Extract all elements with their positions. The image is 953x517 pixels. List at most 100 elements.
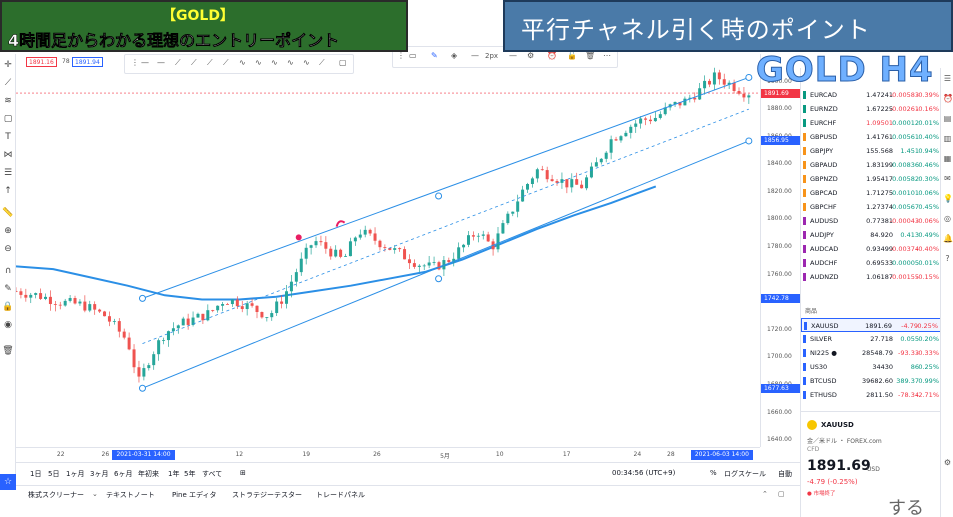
auto-toggle[interactable]: 自動 <box>778 469 792 479</box>
crosshair-icon[interactable]: ✛ <box>1 58 15 72</box>
chat-icon[interactable]: ✉ <box>943 174 952 183</box>
sell-price[interactable]: 1891.16 <box>26 57 57 67</box>
watchlist-row[interactable]: EURCAD 1.47241 -0.00583 -0.39% <box>801 88 941 102</box>
watchlist-row[interactable]: BTCUSD 39682.60 389.37 0.99% <box>801 374 941 388</box>
buy-price[interactable]: 1891.94 <box>72 57 103 67</box>
price-chart[interactable] <box>16 54 760 447</box>
price-axis[interactable]: 1900.001880.001860.001840.001820.001800.… <box>760 54 801 447</box>
line-tool-icon-4[interactable]: ⟋ <box>191 59 197 67</box>
pattern-icon[interactable]: ⋈ <box>1 148 15 162</box>
settings-icon[interactable]: ⚙ <box>943 458 952 467</box>
tab-pine-editor[interactable]: Pine エディタ <box>172 490 217 500</box>
watchlist-row[interactable]: US30 34430 86 0.25% <box>801 360 941 374</box>
watchlist-row[interactable]: GBPAUD 1.83199 0.00836 0.46% <box>801 158 941 172</box>
watchlist-row[interactable]: GBPJPY 155.568 1.451 0.94% <box>801 144 941 158</box>
delete-icon[interactable]: 🗑 <box>585 52 595 60</box>
line-tool-icon-9[interactable]: ∿ <box>271 59 278 67</box>
handle-icon[interactable]: ⋮ <box>131 59 139 67</box>
line-tool-icon-8[interactable]: ∿ <box>255 59 262 67</box>
streams-icon[interactable]: ◎ <box>943 214 952 223</box>
tab-stock-screener[interactable]: 株式スクリーナー <box>28 490 84 500</box>
log-toggle[interactable]: ログスケール <box>724 469 766 479</box>
line-tool-icon-13[interactable]: ▢ <box>339 59 347 67</box>
line-tool-icon-5[interactable]: ⟋ <box>207 59 213 67</box>
range-1d[interactable]: 1日 <box>30 469 41 479</box>
more-icon[interactable]: ⋯ <box>603 52 611 60</box>
tab-text-notes[interactable]: テキストノート <box>106 490 155 500</box>
line-style-icon[interactable]: — <box>471 52 479 60</box>
watchlist-icon[interactable]: ☰ <box>943 74 952 83</box>
watchlist-row[interactable]: AUDCHF 0.69533 0.00005 0.01% <box>801 256 941 270</box>
template-icon[interactable]: ▭ <box>409 52 417 60</box>
line-tool-icon-3[interactable]: ⟋ <box>175 59 181 67</box>
calendar-icon[interactable]: ▦ <box>943 154 952 163</box>
ruler-icon[interactable]: 📏 <box>1 206 15 220</box>
line-width[interactable]: 2px <box>485 53 498 60</box>
zoom-in-icon[interactable]: ⊕ <box>1 224 15 238</box>
dash-style-icon[interactable]: — <box>509 52 517 60</box>
forecast-icon[interactable]: ☰ <box>1 166 15 180</box>
maximize-icon[interactable]: ▢ <box>778 490 785 498</box>
watchlist-row[interactable]: SILVER 27.718 0.055 0.20% <box>801 332 941 346</box>
arrow-icon[interactable]: ↑ <box>1 184 15 198</box>
watchlist-row[interactable]: ETHUSD 2811.50 -78.34 -2.71% <box>801 388 941 402</box>
goto-date-icon[interactable]: ⊞ <box>240 469 246 477</box>
alerts-icon[interactable]: ⏰ <box>943 94 953 103</box>
lock-icon[interactable]: 🔒 <box>1 300 15 314</box>
trash-icon[interactable]: 🗑 <box>1 344 15 358</box>
line-tool-icon-12[interactable]: ⟋ <box>319 59 325 67</box>
line-tool-icon-10[interactable]: ∿ <box>287 59 294 67</box>
star-icon[interactable]: ☆ <box>0 474 16 490</box>
lock-drawing-icon[interactable]: ✎ <box>1 282 15 296</box>
magnet-icon[interactable]: ∩ <box>1 264 15 278</box>
line-tool-icon-11[interactable]: ∿ <box>303 59 310 67</box>
data-window-icon[interactable]: ▤ <box>943 114 952 123</box>
range-3m[interactable]: 3ヶ月 <box>90 469 108 479</box>
news-icon[interactable]: ▥ <box>943 134 952 143</box>
percent-toggle[interactable]: % <box>710 469 717 477</box>
watchlist-row[interactable]: EURCHF 1.09501 0.00012 0.01% <box>801 116 941 130</box>
range-1m[interactable]: 1ヶ月 <box>66 469 84 479</box>
eye-icon[interactable]: ◉ <box>1 318 15 332</box>
range-5y[interactable]: 5年 <box>184 469 195 479</box>
watchlist-row[interactable]: AUDUSD 0.77381 -0.00043 -0.06% <box>801 214 941 228</box>
line-color-icon[interactable]: ✎ <box>431 52 438 60</box>
watchlist-row[interactable]: XAUUSD 1891.69 -4.79 -0.25% <box>801 318 941 332</box>
watchlist-row[interactable]: NI225 ● 28548.79 -93.33 -0.33% <box>801 346 941 360</box>
clock[interactable]: 00:34:56 (UTC+9) <box>612 469 675 477</box>
help-icon[interactable]: ? <box>943 254 952 263</box>
line-tool-icon-6[interactable]: ⟋ <box>223 59 229 67</box>
fib-icon[interactable]: ≋ <box>1 94 15 108</box>
range-all[interactable]: すべて <box>202 469 222 479</box>
ideas-icon[interactable]: 💡 <box>943 194 953 203</box>
text-icon[interactable]: T <box>1 130 15 144</box>
line-tool-icon-1[interactable]: — <box>141 59 149 67</box>
range-6m[interactable]: 6ヶ月 <box>114 469 132 479</box>
time-axis[interactable]: 22 26 12 19 26 5月 10 17 24 28 2021-03-31 14:00 2021… <box>16 447 760 461</box>
watchlist-row[interactable]: AUDJPY 84.920 0.413 0.49% <box>801 228 941 242</box>
tab-trading-panel[interactable]: トレードパネル <box>316 490 365 500</box>
settings-icon[interactable]: ⚙ <box>527 52 534 60</box>
watchlist-row[interactable]: EURNZD 1.67225 -0.00261 -0.16% <box>801 102 941 116</box>
line-tool-icon-7[interactable]: ∿ <box>239 59 246 67</box>
watchlist-row[interactable]: GBPCHF 1.27374 0.00567 0.45% <box>801 200 941 214</box>
trendline-icon[interactable]: ⟋ <box>1 76 15 90</box>
detail-symbol[interactable]: XAUUSD <box>821 421 854 429</box>
lock-icon[interactable]: 🔓 <box>567 52 577 60</box>
tab-strategy-tester[interactable]: ストラテジーテスター <box>232 490 302 500</box>
watchlist-row[interactable]: AUDNZD 1.06187 -0.00155 -0.15% <box>801 270 941 284</box>
range-5d[interactable]: 5日 <box>48 469 59 479</box>
fill-color-icon[interactable]: ◈ <box>451 52 457 60</box>
handle-icon[interactable]: ⋮ <box>397 52 405 60</box>
range-1y[interactable]: 1年 <box>168 469 179 479</box>
watchlist-row[interactable]: GBPUSD 1.41761 0.00561 0.40% <box>801 130 941 144</box>
collapse-icon[interactable]: ⌃ <box>762 490 768 498</box>
chevron-down-icon[interactable]: ⌄ <box>92 490 98 498</box>
watchlist-row[interactable]: AUDCAD 0.93499 -0.00374 -0.40% <box>801 242 941 256</box>
line-tool-icon-2[interactable]: — <box>157 59 165 67</box>
rectangle-icon[interactable]: ▢ <box>1 112 15 126</box>
watchlist-row[interactable]: GBPCAD 1.71275 0.00101 0.06% <box>801 186 941 200</box>
zoom-out-icon[interactable]: ⊖ <box>1 242 15 256</box>
notifications-icon[interactable]: 🔔 <box>943 234 953 243</box>
watchlist-row[interactable]: GBPNZD 1.95417 0.00582 0.30% <box>801 172 941 186</box>
